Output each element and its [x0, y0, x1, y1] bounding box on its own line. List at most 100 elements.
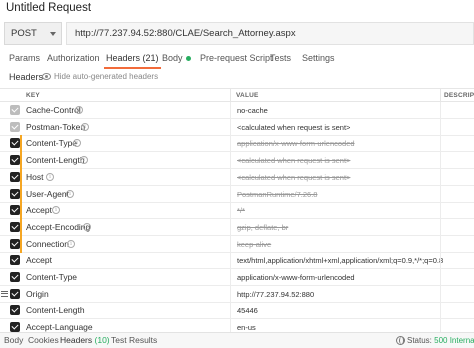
cell-divider — [440, 218, 441, 236]
tab-tests[interactable]: Tests — [270, 49, 291, 69]
header-value[interactable]: application/x-www-form-urlencoded — [237, 135, 355, 152]
tab-params[interactable]: Params — [9, 49, 40, 69]
tab-settings[interactable]: Settings — [302, 49, 335, 69]
header-key[interactable]: User-Agent — [26, 186, 69, 203]
tab-body[interactable]: Body — [162, 49, 191, 69]
response-tab-headers-label: Headers — [60, 335, 93, 345]
header-value[interactable]: */* — [237, 202, 245, 219]
table-row: Accept text/html,application/xhtml+xml,ap… — [0, 252, 474, 270]
header-key[interactable]: Host — [26, 169, 43, 186]
header-value[interactable]: application/x-www-form-urlencoded — [237, 269, 355, 286]
response-tab-test-results[interactable]: Test Results — [111, 333, 157, 348]
header-enabled-checkbox[interactable] — [10, 288, 20, 299]
header-value[interactable]: PostmanRuntime/7.26.8 — [237, 186, 317, 203]
table-row: Content-Type i application/x-www-form-urle… — [0, 135, 474, 153]
cell-divider — [230, 252, 231, 270]
info-icon[interactable]: i — [81, 122, 89, 131]
table-row: Cache-Control i no-cache — [0, 102, 474, 119]
info-icon[interactable]: i — [75, 106, 83, 114]
header-enabled-checkbox[interactable] — [10, 272, 20, 282]
eye-icon — [42, 73, 51, 80]
tab-headers[interactable]: Headers (21) — [104, 49, 161, 69]
header-key[interactable]: Content-Length — [26, 152, 85, 169]
cell-divider — [440, 202, 441, 220]
header-enabled-checkbox[interactable] — [10, 205, 20, 216]
info-icon[interactable]: i — [67, 239, 75, 248]
header-key[interactable]: Content-Type — [26, 269, 77, 286]
auto-generated-marker — [20, 202, 22, 220]
cell-divider — [230, 235, 231, 253]
body-indicator-dot — [185, 56, 191, 62]
table-row: Content-Length 45446 — [0, 302, 474, 320]
response-tab-body[interactable]: Body — [4, 333, 23, 348]
header-key[interactable]: Origin — [26, 286, 49, 303]
url-bar: POST http://77.237.94.52:880/CLAE/Search… — [4, 22, 474, 45]
header-value[interactable]: gzip, deflate, br — [237, 219, 288, 236]
info-icon[interactable]: i — [46, 172, 54, 181]
header-value[interactable]: no-cache — [237, 102, 268, 119]
header-enabled-checkbox[interactable] — [10, 138, 20, 149]
response-tab-cookies[interactable]: Cookies — [28, 333, 59, 348]
cell-divider — [230, 285, 231, 303]
cell-divider — [440, 235, 441, 253]
header-key[interactable]: Accept-Encoding — [26, 219, 90, 236]
header-enabled-checkbox[interactable] — [10, 305, 20, 316]
response-tab-headers[interactable]: Headers (10) — [60, 333, 110, 348]
header-value[interactable]: <calculated when request is sent> — [237, 169, 350, 186]
cell-divider — [440, 252, 441, 270]
table-row: Accept-Encoding i gzip, deflate, br — [0, 218, 474, 236]
info-icon[interactable]: i — [66, 189, 74, 198]
table-row: Postman-Token i <calculated when request i… — [0, 118, 474, 136]
hide-auto-generated-label: Hide auto-generated headers — [54, 72, 159, 81]
url-input[interactable]: http://77.237.94.52:880/CLAE/Search_Atto… — [66, 22, 474, 45]
table-header: KEY VALUE DESCRIPTIC — [0, 88, 474, 102]
cell-divider — [230, 102, 231, 119]
header-enabled-checkbox[interactable] — [10, 221, 20, 232]
column-divider[interactable] — [440, 89, 441, 102]
header-enabled-checkbox[interactable] — [10, 188, 20, 199]
header-value[interactable]: keep-alive — [237, 236, 271, 253]
drag-handle-icon[interactable] — [1, 290, 8, 298]
info-icon[interactable]: i — [83, 222, 91, 231]
info-icon[interactable]: i — [80, 156, 88, 165]
header-enabled-checkbox[interactable] — [10, 255, 20, 266]
cell-divider — [230, 302, 231, 320]
header-value[interactable]: 45446 — [237, 302, 258, 319]
header-key[interactable]: Connection — [26, 236, 69, 253]
column-divider[interactable] — [230, 89, 231, 102]
header-key[interactable]: Cache-Control — [26, 102, 81, 119]
header-value[interactable]: <calculated when request is sent> — [237, 152, 350, 169]
chevron-down-icon — [50, 32, 56, 36]
header-key[interactable]: Accept — [26, 252, 52, 269]
tab-pre-request-script[interactable]: Pre-request Script — [200, 49, 273, 69]
response-bar: Body Cookies Headers (10) Test Results S… — [0, 332, 474, 348]
header-enabled-checkbox[interactable] — [10, 171, 20, 182]
header-key[interactable]: Accept — [26, 202, 52, 219]
headers-subheader: Headers Hide auto-generated headers — [0, 70, 474, 84]
tab-authorization[interactable]: Authorization — [47, 49, 100, 69]
cell-divider — [440, 135, 441, 153]
table-row: Origin http://77.237.94.52:880 — [0, 285, 474, 303]
table-row: Content-Length i <calculated when request … — [0, 152, 474, 170]
method-select[interactable]: POST — [4, 22, 62, 45]
cell-divider — [230, 135, 231, 153]
header-enabled-checkbox — [10, 121, 20, 132]
cell-divider — [230, 218, 231, 236]
header-value[interactable]: <calculated when request is sent> — [237, 119, 350, 136]
response-status: Status: 500 Internal Serv — [407, 333, 474, 348]
cell-divider — [440, 302, 441, 320]
header-key[interactable]: Content-Type — [26, 135, 77, 152]
header-enabled-checkbox[interactable] — [10, 322, 20, 333]
header-enabled-checkbox[interactable] — [10, 155, 20, 166]
cell-divider — [440, 152, 441, 170]
header-key[interactable]: Content-Length — [26, 302, 85, 319]
header-enabled-checkbox[interactable] — [10, 238, 20, 249]
request-tabs: Params Authorization Headers (21) Body P… — [0, 49, 474, 69]
method-label: POST — [11, 28, 37, 39]
info-icon[interactable]: i — [73, 139, 81, 148]
header-value[interactable]: http://77.237.94.52:880 — [237, 286, 314, 303]
tab-body-label: Body — [162, 53, 183, 63]
info-icon[interactable]: i — [52, 206, 60, 215]
header-key[interactable]: Postman-Token — [26, 119, 85, 136]
header-value[interactable]: text/html,application/xhtml+xml,applicat… — [237, 252, 443, 269]
